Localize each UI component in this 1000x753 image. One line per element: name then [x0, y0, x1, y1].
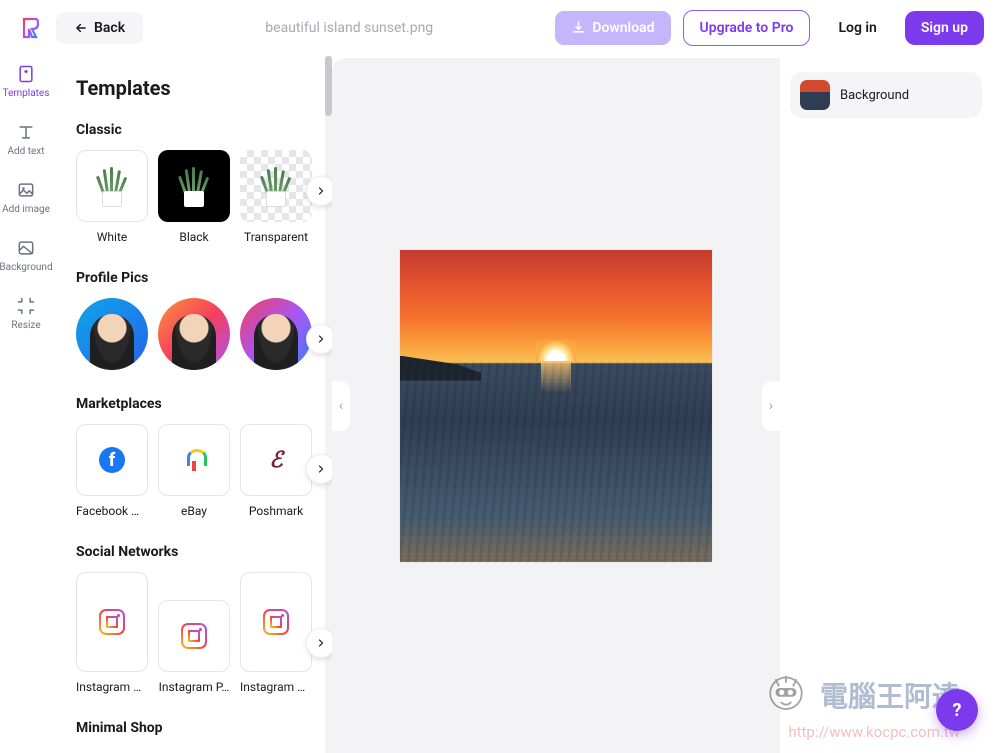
canvas-area: ‹ › — [332, 58, 780, 753]
sidebar-title: Templates — [76, 76, 332, 100]
chevron-right-icon — [315, 185, 327, 197]
template-white[interactable]: White — [76, 150, 148, 244]
facebook-icon: f — [99, 447, 125, 473]
instagram-icon — [181, 623, 207, 649]
chevron-right-icon — [315, 463, 327, 475]
app-header: Back beautiful island sunset.png Downloa… — [0, 0, 1000, 56]
tool-background[interactable]: Background — [0, 238, 52, 274]
back-label: Back — [94, 20, 125, 36]
card-label: Instagram S… — [76, 680, 148, 694]
download-label: Download — [592, 20, 654, 36]
section-title: Minimal Shop — [76, 720, 332, 736]
section-title: Classic — [76, 122, 332, 138]
help-button[interactable]: ? — [936, 689, 978, 731]
resize-icon — [16, 296, 36, 316]
template-facebook-marketplace[interactable]: f Facebook M… — [76, 424, 148, 518]
ebay-icon — [183, 449, 205, 471]
section-title: Social Networks — [76, 544, 332, 560]
section-profile-pics: Profile Pics — [76, 270, 332, 370]
right-panel: Background — [780, 56, 1000, 753]
scroll-right-button[interactable] — [306, 176, 332, 206]
signup-button[interactable]: Sign up — [905, 11, 984, 45]
panel-collapse-left[interactable]: ‹ — [332, 381, 350, 431]
instagram-icon — [263, 609, 289, 635]
template-instagram-story[interactable]: Instagram S… — [76, 572, 148, 694]
tool-label: Add text — [7, 146, 44, 158]
template-black[interactable]: Black — [158, 150, 230, 244]
card-label: White — [97, 230, 127, 244]
section-classic: Classic White Black Transparent — [76, 122, 332, 244]
section-title: Marketplaces — [76, 396, 332, 412]
template-profile-blue[interactable] — [76, 298, 148, 370]
download-button[interactable]: Download — [555, 11, 670, 45]
template-ebay[interactable]: eBay — [158, 424, 230, 518]
back-button[interactable]: Back — [56, 12, 143, 44]
template-poshmark[interactable]: ℰ Poshmark — [240, 424, 312, 518]
card-label: Transparent — [244, 230, 308, 244]
template-profile-rainbow[interactable] — [240, 298, 312, 370]
tool-label: Templates — [3, 88, 50, 100]
download-icon — [571, 20, 586, 35]
card-label: Facebook M… — [76, 504, 148, 518]
scroll-right-button[interactable] — [306, 628, 332, 658]
canvas-image[interactable] — [400, 250, 712, 562]
card-label: eBay — [181, 504, 207, 518]
sunset-photo — [400, 250, 712, 562]
poshmark-icon: ℰ — [269, 448, 282, 473]
template-transparent[interactable]: Transparent — [240, 150, 312, 244]
tool-add-image[interactable]: Add image — [0, 180, 52, 216]
instagram-icon — [99, 609, 125, 635]
image-icon — [16, 180, 36, 200]
chevron-right-icon — [315, 637, 327, 649]
tool-label: Background — [0, 262, 53, 274]
arrow-left-icon — [74, 21, 88, 35]
login-button[interactable]: Log in — [822, 11, 892, 45]
section-marketplaces: Marketplaces f Facebook M… eBay ℰ Poshma… — [76, 396, 332, 518]
section-minimal-shop: Minimal Shop — [76, 720, 332, 736]
card-label: Black — [179, 230, 208, 244]
text-icon — [16, 122, 36, 142]
background-thumbnail — [800, 80, 830, 110]
left-toolbar: Templates Add text Add image Background … — [0, 56, 52, 753]
filename-display[interactable]: beautiful island sunset.png — [155, 20, 543, 36]
scrollbar-thumb[interactable] — [325, 56, 332, 116]
template-instagram-reel[interactable]: Instagram R… — [240, 572, 312, 694]
background-icon — [16, 238, 36, 258]
card-label: Poshmark — [249, 504, 303, 518]
layer-background[interactable]: Background — [790, 72, 982, 118]
section-social-networks: Social Networks Instagram S… Instagram P… — [76, 544, 332, 694]
card-label: Instagram R… — [240, 680, 312, 694]
tool-templates[interactable]: Templates — [0, 64, 52, 100]
template-profile-orange[interactable] — [158, 298, 230, 370]
template-instagram-post[interactable]: Instagram P… — [158, 572, 230, 694]
scroll-right-button[interactable] — [306, 324, 332, 354]
tool-label: Add image — [2, 204, 50, 216]
panel-collapse-right[interactable]: › — [762, 381, 780, 431]
chevron-right-icon — [315, 333, 327, 345]
scroll-right-button[interactable] — [306, 454, 332, 484]
card-label: Instagram P… — [159, 680, 230, 694]
tool-label: Resize — [11, 320, 40, 332]
tool-add-text[interactable]: Add text — [0, 122, 52, 158]
background-label: Background — [840, 88, 909, 103]
section-title: Profile Pics — [76, 270, 332, 286]
upgrade-button[interactable]: Upgrade to Pro — [683, 10, 811, 46]
tool-resize[interactable]: Resize — [0, 296, 52, 332]
app-logo[interactable] — [16, 14, 44, 42]
help-icon: ? — [953, 700, 962, 721]
template-icon — [16, 64, 36, 84]
templates-sidebar: Templates Classic White Black Transparen… — [52, 56, 332, 753]
